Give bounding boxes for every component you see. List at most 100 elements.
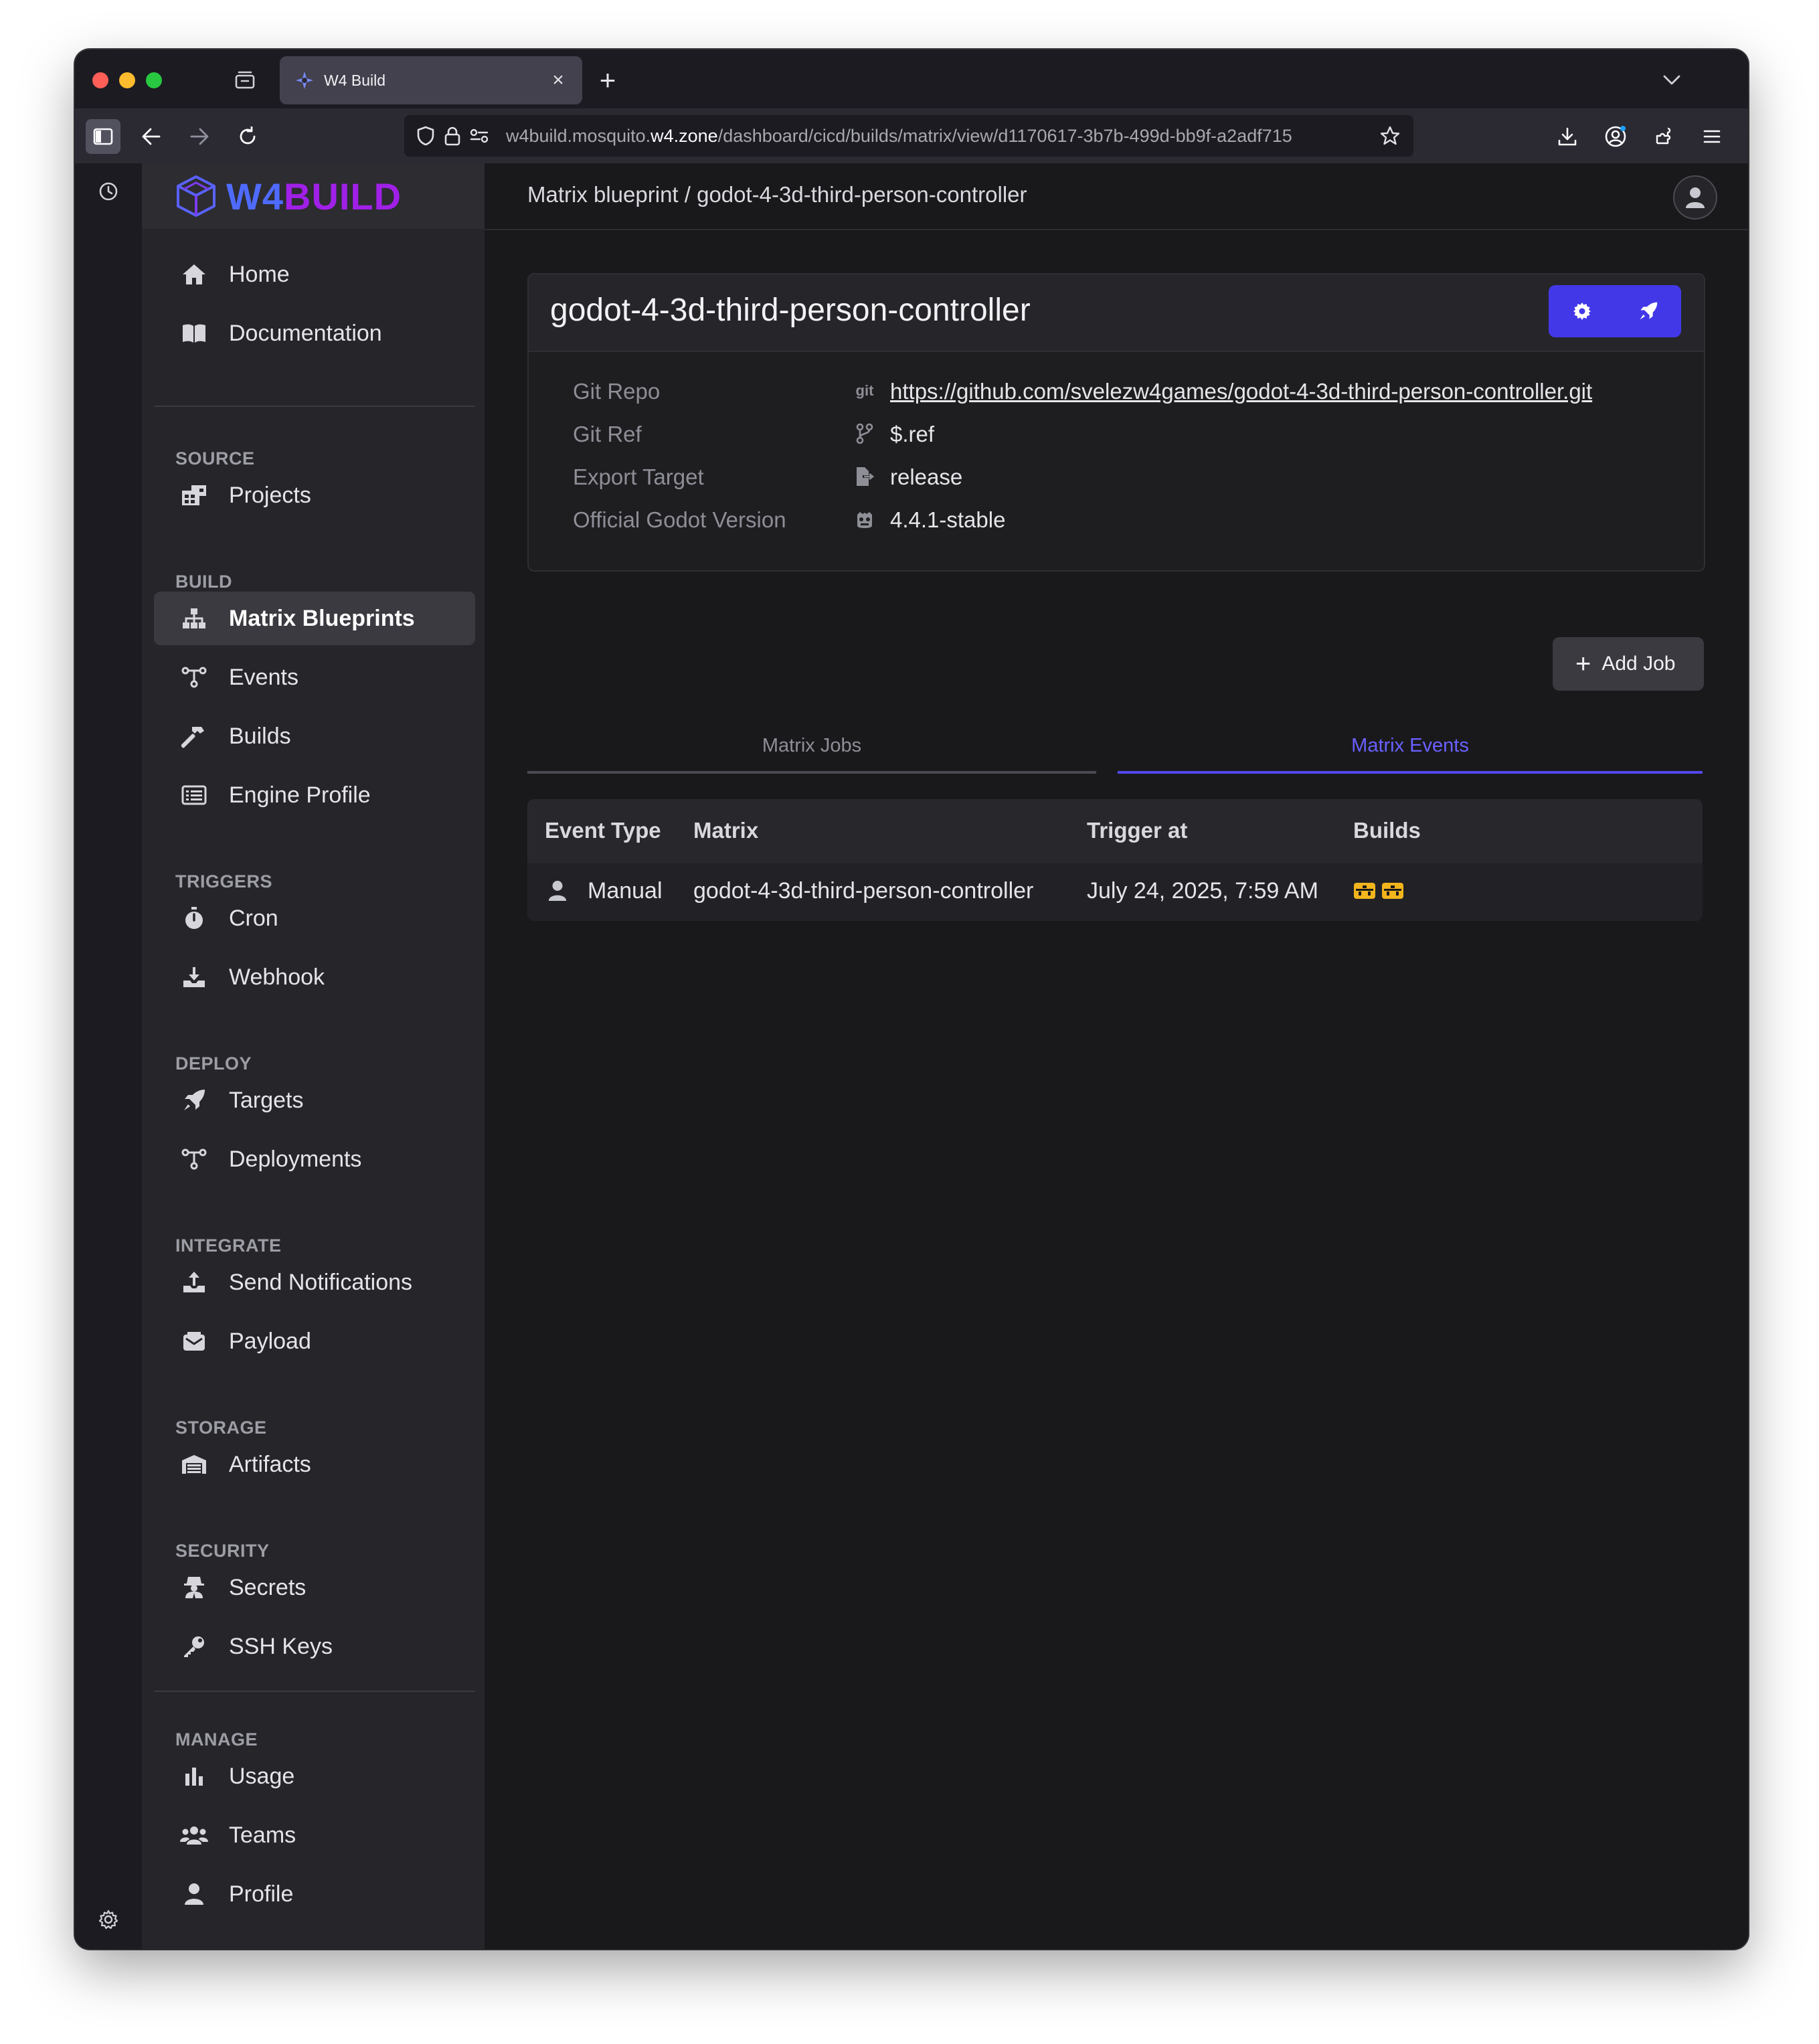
sidebar-item-webhook[interactable]: Webhook bbox=[154, 950, 475, 1004]
user-icon bbox=[545, 878, 570, 904]
avatar[interactable] bbox=[1673, 175, 1717, 220]
users-icon bbox=[179, 1820, 209, 1850]
sidebar-item-send-notifications[interactable]: Send Notifications bbox=[154, 1256, 475, 1309]
list-all-tabs-icon[interactable] bbox=[1658, 67, 1685, 94]
lock-icon[interactable] bbox=[440, 124, 464, 148]
column-header-trigger-at[interactable]: Trigger at bbox=[1087, 818, 1187, 843]
sidebar-item-engine-profile[interactable]: Engine Profile bbox=[154, 768, 475, 822]
column-header-matrix[interactable]: Matrix bbox=[693, 818, 758, 843]
sidebar-item-events[interactable]: Events bbox=[154, 651, 475, 704]
sidebar-divider bbox=[154, 1691, 475, 1692]
tab-overview-icon[interactable] bbox=[230, 66, 260, 95]
sidebar-section-storage: STORAGE bbox=[175, 1418, 267, 1438]
rocket-icon bbox=[1640, 302, 1657, 320]
sidebar-item-documentation[interactable]: Documentation bbox=[154, 307, 475, 360]
sidebar-section-manage: MANAGE bbox=[175, 1729, 258, 1750]
sidebar-item-profile[interactable]: Profile bbox=[154, 1867, 475, 1921]
sidebar-item-label: Profile bbox=[229, 1881, 294, 1907]
sidebar-item-label: Webhook bbox=[229, 964, 325, 990]
page-title: godot-4-3d-third-person-controller bbox=[550, 292, 1031, 328]
godot-robot-icon bbox=[853, 507, 877, 531]
menu-icon[interactable] bbox=[1695, 119, 1729, 154]
tab-title: W4 Build bbox=[324, 71, 386, 89]
tab-matrix-jobs[interactable]: Matrix Jobs bbox=[527, 720, 1096, 774]
sidebar-item-teams[interactable]: Teams bbox=[154, 1808, 475, 1862]
back-icon[interactable] bbox=[134, 119, 169, 154]
file-export-icon bbox=[853, 464, 877, 489]
matrix-cell[interactable]: godot-4-3d-third-person-controller bbox=[693, 878, 1033, 904]
list-icon bbox=[179, 780, 209, 810]
tab-close-icon[interactable]: × bbox=[547, 70, 569, 91]
minimize-window-button[interactable] bbox=[119, 72, 135, 88]
code-branch-icon bbox=[853, 422, 877, 446]
git-repo-link[interactable]: https://github.com/svelezw4games/godot-4… bbox=[890, 379, 1592, 404]
browser-tab-active[interactable]: W4 Build × bbox=[280, 56, 582, 104]
column-header-event-type[interactable]: Event Type bbox=[545, 818, 661, 843]
sidebar-toggle-icon[interactable] bbox=[86, 119, 120, 154]
sidebar-item-label: Events bbox=[229, 664, 298, 690]
extensions-icon[interactable] bbox=[1646, 119, 1681, 154]
build-status-icon[interactable] bbox=[1353, 881, 1376, 901]
column-header-builds[interactable]: Builds bbox=[1353, 818, 1421, 843]
reload-icon[interactable] bbox=[230, 119, 265, 154]
export-target-label: Export Target bbox=[573, 464, 704, 489]
sidebar-item-label: Cron bbox=[229, 905, 278, 931]
account-icon[interactable] bbox=[1598, 119, 1633, 154]
settings-button[interactable] bbox=[1549, 285, 1615, 337]
sidebar-item-ssh-keys[interactable]: SSH Keys bbox=[154, 1620, 475, 1673]
zoom-window-button[interactable] bbox=[146, 72, 162, 88]
sidebar-item-builds[interactable]: Builds bbox=[154, 709, 475, 763]
sidebar-item-usage[interactable]: Usage bbox=[154, 1750, 475, 1803]
sitemap-icon bbox=[179, 604, 209, 633]
bookmark-star-icon[interactable] bbox=[1377, 123, 1403, 149]
upload-tray-icon bbox=[179, 1268, 209, 1297]
sidebar-item-home[interactable]: Home bbox=[154, 248, 475, 301]
build-status-icon[interactable] bbox=[1381, 881, 1404, 901]
git-ref-value: $.ref bbox=[890, 422, 935, 446]
brand-logo[interactable]: W4BUILD bbox=[142, 163, 485, 229]
settings-gear-icon[interactable] bbox=[95, 1906, 122, 1933]
sidebar-item-targets[interactable]: Targets bbox=[154, 1074, 475, 1127]
forward-icon[interactable] bbox=[182, 119, 217, 154]
address-bar[interactable]: w4build.mosquito.w4.zone/dashboard/cicd/… bbox=[404, 115, 1413, 157]
warehouse-icon bbox=[179, 1450, 209, 1479]
sidebar-item-label: Builds bbox=[229, 723, 291, 749]
sidebar-item-payload[interactable]: Payload bbox=[154, 1314, 475, 1368]
permissions-icon[interactable] bbox=[467, 124, 491, 148]
sidebar-item-deployments[interactable]: Deployments bbox=[154, 1132, 475, 1186]
user-secret-icon bbox=[179, 1573, 209, 1602]
events-icon bbox=[179, 663, 209, 692]
hammer-icon bbox=[179, 721, 209, 751]
sidebar-item-artifacts[interactable]: Artifacts bbox=[154, 1438, 475, 1491]
shield-icon[interactable] bbox=[414, 124, 438, 148]
download-tray-icon bbox=[179, 962, 209, 992]
tab-matrix-events[interactable]: Matrix Events bbox=[1118, 720, 1703, 774]
git-ref-label: Git Ref bbox=[573, 422, 642, 446]
sidebar-item-matrix-blueprints[interactable]: Matrix Blueprints bbox=[154, 592, 475, 645]
sidebar-item-label: Targets bbox=[229, 1087, 304, 1113]
sidebar-item-label: Usage bbox=[229, 1763, 295, 1789]
download-icon[interactable] bbox=[1550, 119, 1585, 154]
new-tab-button[interactable]: + bbox=[592, 64, 624, 96]
projects-icon bbox=[179, 481, 209, 510]
launch-build-button[interactable] bbox=[1615, 285, 1681, 337]
browser-sidebar-strip bbox=[75, 163, 142, 1949]
sidebar-item-label: Projects bbox=[229, 482, 311, 508]
app-sidebar: W4BUILD Home Documentation SOURCE Projec… bbox=[142, 163, 485, 1949]
blueprint-actions bbox=[1549, 285, 1681, 337]
stopwatch-icon bbox=[179, 904, 209, 933]
sidebar-item-label: Artifacts bbox=[229, 1451, 311, 1477]
main-content: Matrix blueprint / godot-4-3d-third-pers… bbox=[485, 163, 1748, 1949]
url-text: w4build.mosquito.w4.zone/dashboard/cicd/… bbox=[506, 125, 1292, 146]
sidebar-item-cron[interactable]: Cron bbox=[154, 891, 475, 945]
sidebar-divider bbox=[154, 406, 475, 407]
gear-icon bbox=[1573, 303, 1591, 320]
close-window-button[interactable] bbox=[92, 72, 108, 88]
sidebar-item-secrets[interactable]: Secrets bbox=[154, 1561, 475, 1614]
godot-version-label: Official Godot Version bbox=[573, 507, 786, 532]
history-icon[interactable] bbox=[95, 178, 122, 205]
sidebar-item-label: Deployments bbox=[229, 1146, 362, 1172]
sidebar-item-label: SSH Keys bbox=[229, 1633, 333, 1659]
add-job-button[interactable]: + Add Job bbox=[1553, 637, 1704, 691]
sidebar-item-projects[interactable]: Projects bbox=[154, 469, 475, 522]
